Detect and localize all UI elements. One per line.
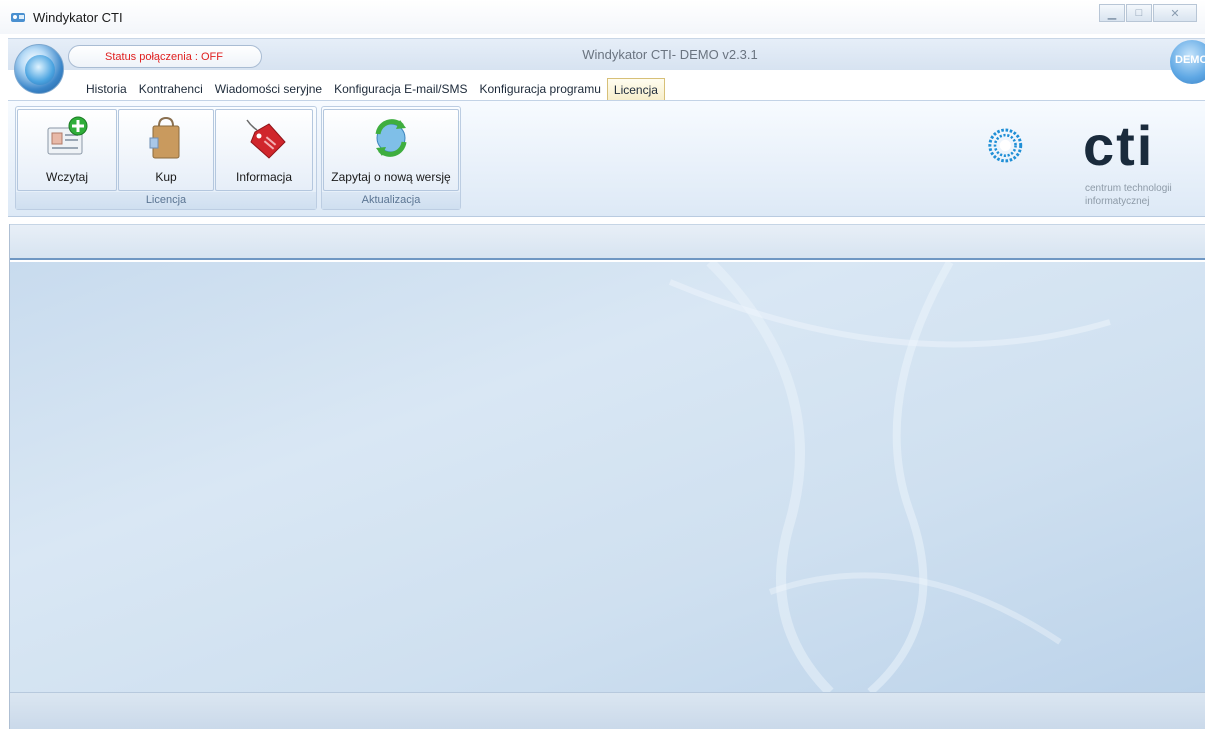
informacja-label: Informacja xyxy=(235,170,293,184)
window-controls: ▁ □ ✕ xyxy=(1098,4,1197,22)
zapytaj-label: Zapytaj o nową wersję xyxy=(331,170,451,184)
ribbon-group-aktualizacja: Zapytaj o nową wersję Aktualizacja xyxy=(321,106,461,210)
refresh-globe-icon xyxy=(375,119,407,157)
ribbon-group-licencja: Wczytaj Kup Informacja Licencja xyxy=(15,106,317,210)
zapytaj-o-nowa-wersje-button[interactable]: Zapytaj o nową wersję xyxy=(323,109,459,191)
ribbon-tabs: Historia Kontrahenci Wiadomości seryjne … xyxy=(80,78,665,100)
id-card-add-icon xyxy=(47,116,88,155)
tab-konfiguracja-programu[interactable]: Konfiguracja programu xyxy=(474,78,607,100)
tab-historia[interactable]: Historia xyxy=(80,78,133,100)
main-workspace xyxy=(10,262,1205,692)
cti-logo-mark xyxy=(988,128,1023,163)
maximize-button[interactable]: □ xyxy=(1126,4,1152,22)
app-icon xyxy=(11,13,25,22)
kup-label: Kup xyxy=(155,170,177,184)
cti-logo-subtitle-line1: centrum technologii xyxy=(1085,183,1172,194)
left-border xyxy=(0,224,10,729)
cti-logo-subtitle: centrum technologii informatycznej xyxy=(1085,182,1172,208)
kup-button[interactable]: Kup xyxy=(118,109,214,191)
app-version-title: Windykator CTI- DEMO v2.3.1 xyxy=(582,47,758,62)
shopping-bag-icon xyxy=(149,116,180,159)
content-header-bar xyxy=(10,224,1205,260)
tab-kontrahenci[interactable]: Kontrahenci xyxy=(133,78,209,100)
close-button[interactable]: ✕ xyxy=(1153,4,1197,22)
window-titlebar: Windykator CTI ▁ □ ✕ xyxy=(0,0,1205,34)
globe-icon xyxy=(25,55,55,85)
price-tag-icon xyxy=(246,119,286,159)
tab-wiadomosci-seryjne[interactable]: Wiadomości seryjne xyxy=(209,78,328,100)
cti-logo-text: cti xyxy=(1083,114,1155,177)
wczytaj-button[interactable]: Wczytaj xyxy=(17,109,117,191)
informacja-button[interactable]: Informacja xyxy=(215,109,313,191)
tab-konfiguracja-email-sms[interactable]: Konfiguracja E-mail/SMS xyxy=(328,78,473,100)
minimize-button[interactable]: ▁ xyxy=(1099,4,1125,22)
window-title: Windykator CTI xyxy=(33,10,123,25)
background-swirl xyxy=(668,262,1111,692)
group-label-aktualizacja: Aktualizacja xyxy=(322,192,460,209)
status-bar xyxy=(10,692,1205,729)
application-menu-button[interactable] xyxy=(14,44,64,94)
group-label-licencja: Licencja xyxy=(16,192,316,209)
demo-badge: DEMO xyxy=(1170,40,1205,84)
tab-licencja[interactable]: Licencja xyxy=(606,78,665,100)
wczytaj-label: Wczytaj xyxy=(46,170,88,184)
cti-logo-subtitle-line2: informatycznej xyxy=(1085,196,1150,207)
